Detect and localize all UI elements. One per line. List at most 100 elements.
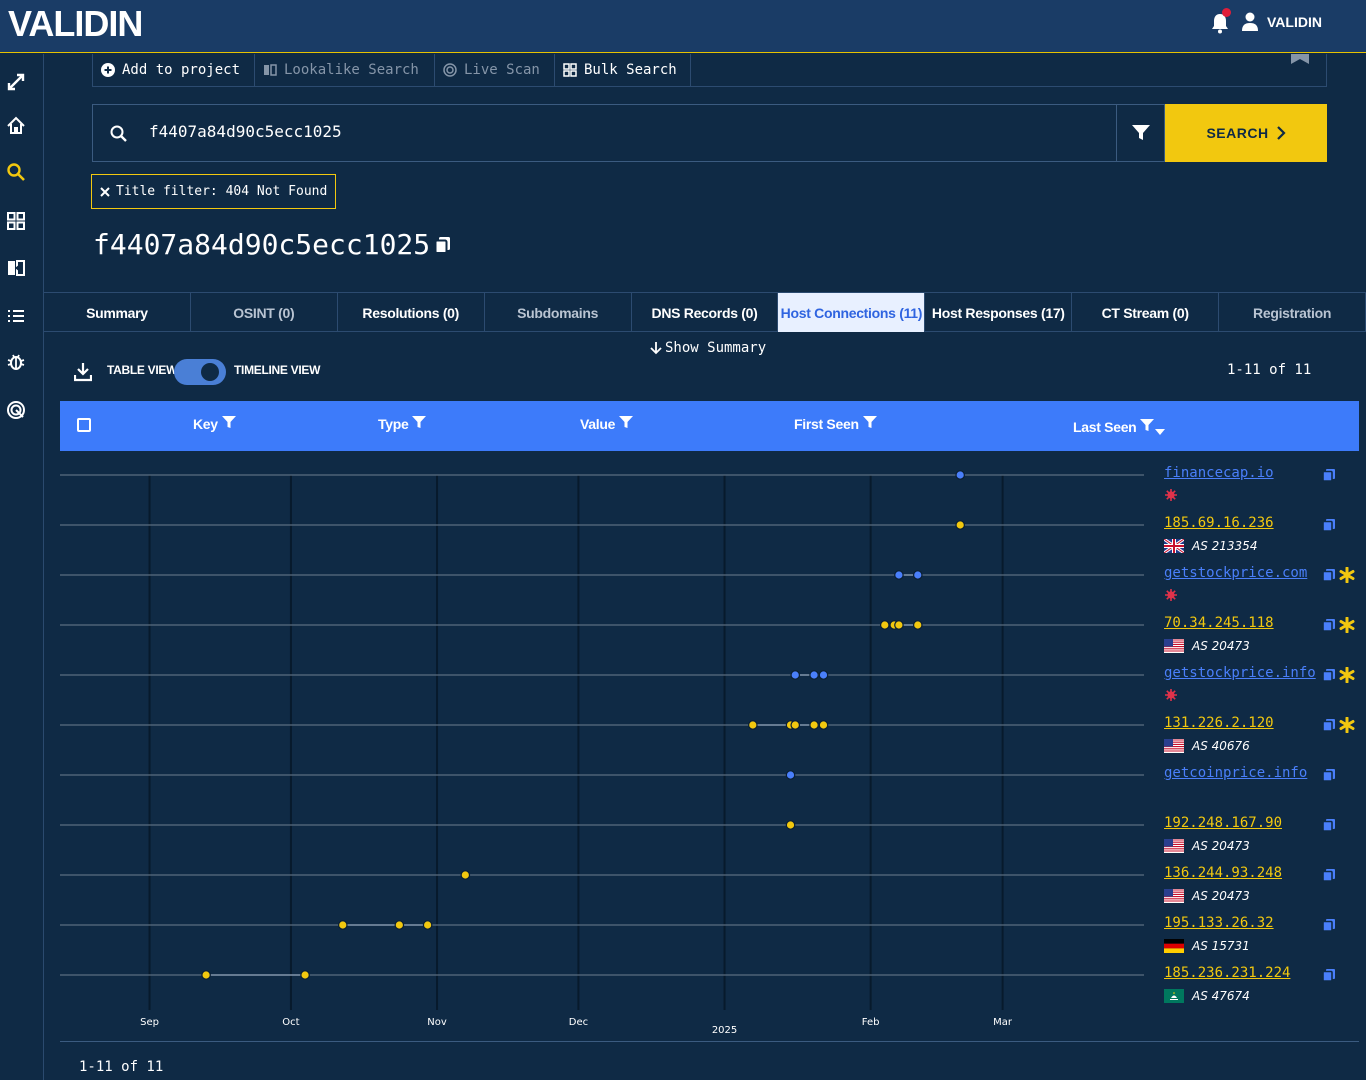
filter-icon[interactable] <box>1140 419 1155 435</box>
bug-icon[interactable] <box>6 352 26 372</box>
ip-link[interactable]: 136.244.93.248 <box>1164 865 1282 881</box>
bookmark-icon[interactable] <box>1290 54 1310 64</box>
tab-dns-records[interactable]: DNS Records (0) <box>632 293 779 332</box>
timeline-view-label[interactable]: TIMELINE VIEW <box>234 363 320 377</box>
expand-icon[interactable] <box>6 72 26 92</box>
target-icon[interactable] <box>6 400 26 420</box>
column-header-last-seen[interactable]: Last Seen <box>1073 416 1166 438</box>
domain-link[interactable]: financecap.io <box>1164 465 1274 481</box>
copy-icon[interactable] <box>1322 917 1336 932</box>
filter-icon[interactable] <box>221 416 236 432</box>
lookalike-search-button[interactable]: Lookalike Search <box>255 54 435 86</box>
live-scan-label: Live Scan <box>464 62 540 78</box>
copy-icon[interactable] <box>1322 617 1336 632</box>
asterisk-icon[interactable] <box>1339 666 1355 684</box>
virus-icon <box>1164 688 1178 705</box>
ip-link[interactable]: 195.133.26.32 <box>1164 915 1274 931</box>
top-bar: VALIDIN VALIDIN <box>0 0 1366 53</box>
tab-host-connections[interactable]: Host Connections (11) <box>778 293 926 332</box>
filter-icon[interactable] <box>412 416 427 432</box>
host-meta: AS 40676 <box>1164 738 1250 754</box>
virus-icon <box>1164 588 1178 605</box>
plus-circle-icon <box>101 63 115 77</box>
domain-link[interactable]: getcoinprice.info <box>1164 765 1307 781</box>
search-button[interactable]: SEARCH <box>1165 104 1327 162</box>
close-icon[interactable] <box>100 186 110 197</box>
search-icon[interactable] <box>6 162 26 182</box>
dashboard-icon[interactable] <box>6 211 26 231</box>
x-tick-label: Oct <box>282 1017 299 1028</box>
x-tick-label: Sep <box>140 1017 159 1028</box>
home-icon[interactable] <box>6 116 26 136</box>
copy-icon[interactable] <box>1322 967 1336 982</box>
filter-icon[interactable] <box>862 416 877 432</box>
ip-link[interactable]: 192.248.167.90 <box>1164 815 1282 831</box>
asn-label: AS 40676 <box>1192 739 1250 753</box>
copy-icon[interactable] <box>1322 567 1336 582</box>
validin-logo[interactable]: VALIDIN <box>8 4 143 44</box>
timeline-point <box>879 620 890 630</box>
ip-link[interactable]: 131.226.2.120 <box>1164 715 1274 731</box>
action-toolbar: Add to project Lookalike Search Live Sca… <box>92 54 1327 87</box>
filter-icon[interactable] <box>619 416 634 432</box>
arrow-down-icon <box>650 342 662 355</box>
host-meta: AS 20473 <box>1164 888 1250 904</box>
title-filter-chip[interactable]: Title filter: 404 Not Found <box>91 174 336 209</box>
live-scan-button[interactable]: Live Scan <box>435 54 555 86</box>
domain-link[interactable]: getstockprice.com <box>1164 565 1307 581</box>
filter-button[interactable] <box>1117 104 1165 162</box>
host-meta: AS 213354 <box>1164 538 1257 554</box>
asterisk-icon[interactable] <box>1339 566 1355 584</box>
column-header-key[interactable]: Key <box>193 416 236 432</box>
domain-link[interactable]: getstockprice.info <box>1164 665 1316 681</box>
copy-icon[interactable] <box>1322 667 1336 682</box>
flag-us-icon <box>1164 639 1184 653</box>
user-name[interactable]: VALIDIN <box>1267 14 1322 30</box>
sidebar <box>0 54 44 1080</box>
host-meta <box>1164 588 1178 604</box>
chevron-right-icon <box>1276 126 1286 140</box>
copy-icon[interactable] <box>1322 867 1336 882</box>
download-icon[interactable] <box>74 362 92 382</box>
column-header-first-seen[interactable]: First Seen <box>794 416 877 432</box>
bulk-search-button[interactable]: Bulk Search <box>555 54 691 86</box>
copy-icon[interactable] <box>1322 767 1336 782</box>
host-meta: AS 20473 <box>1164 638 1250 654</box>
sort-desc-icon[interactable] <box>1155 422 1166 438</box>
compare-icon[interactable] <box>6 258 26 278</box>
copy-icon[interactable] <box>434 236 452 254</box>
copy-icon[interactable] <box>1322 717 1336 732</box>
show-summary-toggle[interactable]: Show Summary <box>650 340 766 356</box>
list-icon[interactable] <box>6 306 26 326</box>
tab-osint[interactable]: OSINT (0) <box>191 293 338 332</box>
copy-icon[interactable] <box>1322 517 1336 532</box>
tab-registration[interactable]: Registration <box>1219 293 1366 332</box>
add-to-project-button[interactable]: Add to project <box>93 54 255 86</box>
asterisk-icon[interactable] <box>1339 716 1355 734</box>
copy-icon[interactable] <box>1322 817 1336 832</box>
timeline-point <box>818 670 829 680</box>
host-connections-timeline: Sep Oct Nov Dec 2025 Feb Mar <box>60 470 1144 1036</box>
asterisk-icon[interactable] <box>1339 616 1355 634</box>
table-view-label[interactable]: TABLE VIEW <box>107 363 177 377</box>
timeline-point <box>809 670 819 680</box>
column-header-value[interactable]: Value <box>580 416 634 432</box>
tab-ct-stream[interactable]: CT Stream (0) <box>1072 293 1220 332</box>
add-to-project-label: Add to project <box>122 62 241 78</box>
select-all-checkbox[interactable] <box>77 418 91 432</box>
flag-de-icon <box>1164 939 1184 953</box>
timeline-point <box>460 870 471 880</box>
column-header-type[interactable]: Type <box>378 416 427 432</box>
tab-host-responses[interactable]: Host Responses (17) <box>925 293 1073 332</box>
virus-icon <box>1164 488 1178 505</box>
ip-link[interactable]: 70.34.245.118 <box>1164 615 1274 631</box>
search-input[interactable] <box>149 122 1049 141</box>
copy-icon[interactable] <box>1322 467 1336 482</box>
tab-resolutions[interactable]: Resolutions (0) <box>338 293 485 332</box>
timeline-point <box>809 720 819 730</box>
user-icon[interactable] <box>1241 12 1259 32</box>
tab-subdomains[interactable]: Subdomains <box>485 293 632 332</box>
ip-link[interactable]: 185.69.16.236 <box>1164 515 1274 531</box>
tab-summary[interactable]: Summary <box>44 293 191 332</box>
ip-link[interactable]: 185.236.231.224 <box>1164 965 1290 981</box>
